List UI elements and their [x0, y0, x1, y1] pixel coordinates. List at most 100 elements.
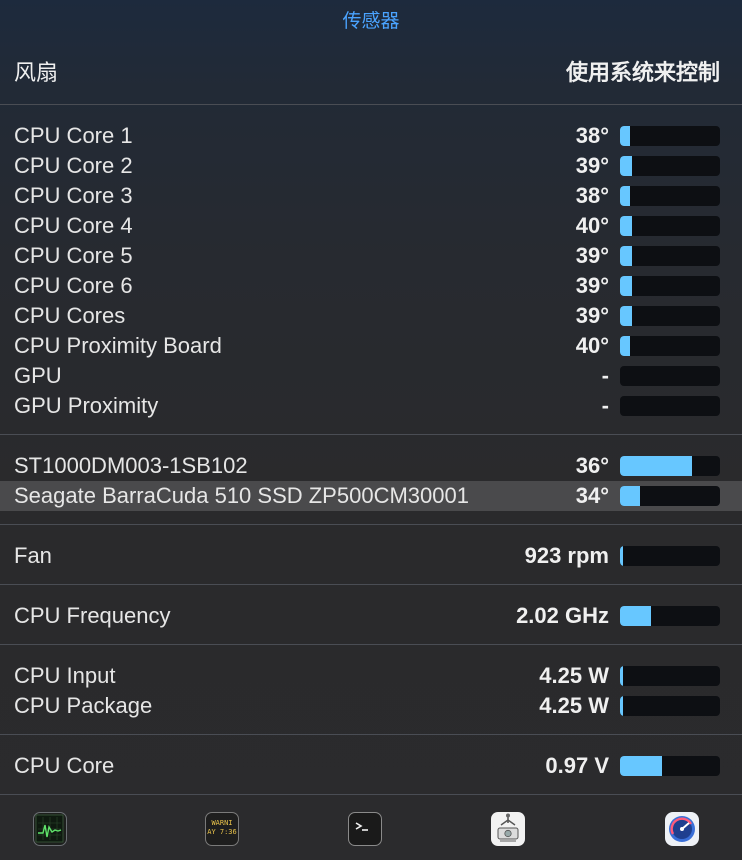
sensor-value: 40°: [575, 213, 609, 238]
sensor-label: CPU Proximity Board: [14, 333, 222, 358]
sensor-level-fill: [620, 696, 623, 716]
sensor-value: -: [601, 363, 609, 388]
sensor-level-bar: [620, 456, 720, 476]
istat-menus-icon[interactable]: [665, 812, 699, 846]
sensor-level-bar: [620, 336, 720, 356]
disk-utility-icon[interactable]: [491, 812, 525, 846]
app-shortcut-bar: WARNI AY 7:36: [0, 812, 742, 848]
divider: [0, 434, 742, 435]
sensor-value: 36°: [575, 453, 609, 478]
sensor-value: 923 rpm: [524, 543, 609, 568]
sensor-level-bar: [620, 216, 720, 236]
sensor-level-bar: [620, 306, 720, 326]
sensor-label: CPU Core: [14, 753, 115, 778]
sensor-level-bar: [620, 246, 720, 266]
sensor-label: CPU Cores: [14, 303, 126, 328]
sensor-value: 2.02 GHz: [516, 603, 609, 628]
sensor-label: CPU Core 2: [14, 153, 133, 178]
sensor-value: 0.97 V: [545, 753, 609, 778]
sensor-level-bar: [620, 486, 720, 506]
sensor-label: CPU Core 4: [14, 213, 133, 238]
sensor-level-fill: [620, 186, 630, 206]
sensor-value: 40°: [575, 333, 609, 358]
panel-title: 传感器: [342, 11, 400, 32]
divider: [0, 104, 742, 105]
sensor-label: CPU Input: [14, 663, 116, 688]
sensor-level-bar: [620, 156, 720, 176]
sensor-level-bar: [620, 546, 720, 566]
sensor-label: GPU Proximity: [14, 393, 159, 418]
sensor-label: Seagate BarraCuda 510 SSD ZP500CM30001: [14, 483, 469, 508]
sensor-level-fill: [620, 306, 632, 326]
sensor-label: Fan: [14, 543, 52, 568]
activity-monitor-icon[interactable]: [33, 812, 67, 846]
sensor-row[interactable]: CPU Proximity Board 40°: [0, 331, 742, 361]
sensor-row[interactable]: CPU Core 3 38°: [0, 181, 742, 211]
sensor-row[interactable]: CPU Input 4.25 W: [0, 661, 742, 691]
sensor-row[interactable]: CPU Core 4 40°: [0, 211, 742, 241]
sensor-level-bar: [620, 126, 720, 146]
sensor-label: CPU Frequency: [14, 603, 171, 628]
sensor-label: CPU Core 1: [14, 123, 133, 148]
sensor-row[interactable]: Fan 923 rpm: [0, 541, 742, 571]
sensor-level-bar: [620, 606, 720, 626]
sensor-level-bar: [620, 276, 720, 296]
sensor-row[interactable]: CPU Core 1 38°: [0, 121, 742, 151]
sensor-row[interactable]: CPU Cores 39°: [0, 301, 742, 331]
sensor-level-fill: [620, 336, 630, 356]
sensor-level-bar: [620, 756, 720, 776]
divider: [0, 644, 742, 645]
sensor-value: 39°: [575, 273, 609, 298]
divider: [0, 794, 742, 795]
sensor-level-fill: [620, 666, 623, 686]
sensor-level-bar: [620, 186, 720, 206]
sensor-label: GPU: [14, 363, 62, 388]
sensor-level-fill: [620, 546, 623, 566]
sensor-label: CPU Package: [14, 693, 153, 718]
sensor-row[interactable]: ST1000DM003-1SB102 36°: [0, 451, 742, 481]
sensor-row[interactable]: CPU Core 0.97 V: [0, 751, 742, 781]
fan-control-mode-button[interactable]: 使用系统来控制: [566, 55, 720, 87]
sensor-level-fill: [620, 756, 662, 776]
sensor-row[interactable]: CPU Core 5 39°: [0, 241, 742, 271]
sensor-value: 34°: [575, 483, 609, 508]
sensor-level-fill: [620, 276, 632, 296]
sensor-level-fill: [620, 156, 632, 176]
sensor-row[interactable]: CPU Core 2 39°: [0, 151, 742, 181]
sensor-value: 4.25 W: [539, 663, 609, 688]
sensor-value: 4.25 W: [539, 693, 609, 718]
sensor-value: 39°: [575, 303, 609, 328]
sensor-level-fill: [620, 246, 632, 266]
sensor-label: CPU Core 5: [14, 243, 133, 268]
sensor-row[interactable]: CPU Frequency 2.02 GHz: [0, 601, 742, 631]
sensor-level-fill: [620, 606, 651, 626]
sensor-row[interactable]: Seagate BarraCuda 510 SSD ZP500CM30001 34…: [0, 481, 742, 511]
sensor-row[interactable]: CPU Package 4.25 W: [0, 691, 742, 721]
sensor-value: 39°: [575, 243, 609, 268]
sensor-level-bar: [620, 666, 720, 686]
sensor-row[interactable]: GPU -: [0, 361, 742, 391]
fan-section-label: 风扇: [14, 60, 59, 85]
sensor-label: CPU Core 3: [14, 183, 133, 208]
sensor-level-fill: [620, 456, 692, 476]
sensor-value: -: [601, 393, 609, 418]
sensor-level-bar: [620, 396, 720, 416]
divider: [0, 584, 742, 585]
sensor-row[interactable]: GPU Proximity -: [0, 391, 742, 421]
console-icon-text: WARNI AY 7:36: [207, 819, 237, 836]
sensor-row[interactable]: CPU Core 6 39°: [0, 271, 742, 301]
sensor-level-fill: [620, 126, 630, 146]
divider: [0, 734, 742, 735]
sensor-level-fill: [620, 486, 640, 506]
sensor-value: 38°: [575, 183, 609, 208]
sensor-level-bar: [620, 366, 720, 386]
sensor-value: 38°: [575, 123, 609, 148]
sensor-label: ST1000DM003-1SB102: [14, 453, 248, 478]
sensor-level-bar: [620, 696, 720, 716]
sensor-value: 39°: [575, 153, 609, 178]
divider: [0, 524, 742, 525]
fan-control-header: 风扇 使用系统来控制: [14, 52, 720, 90]
terminal-icon[interactable]: [348, 812, 382, 846]
sensor-level-fill: [620, 216, 632, 236]
console-icon[interactable]: WARNI AY 7:36: [205, 812, 239, 846]
